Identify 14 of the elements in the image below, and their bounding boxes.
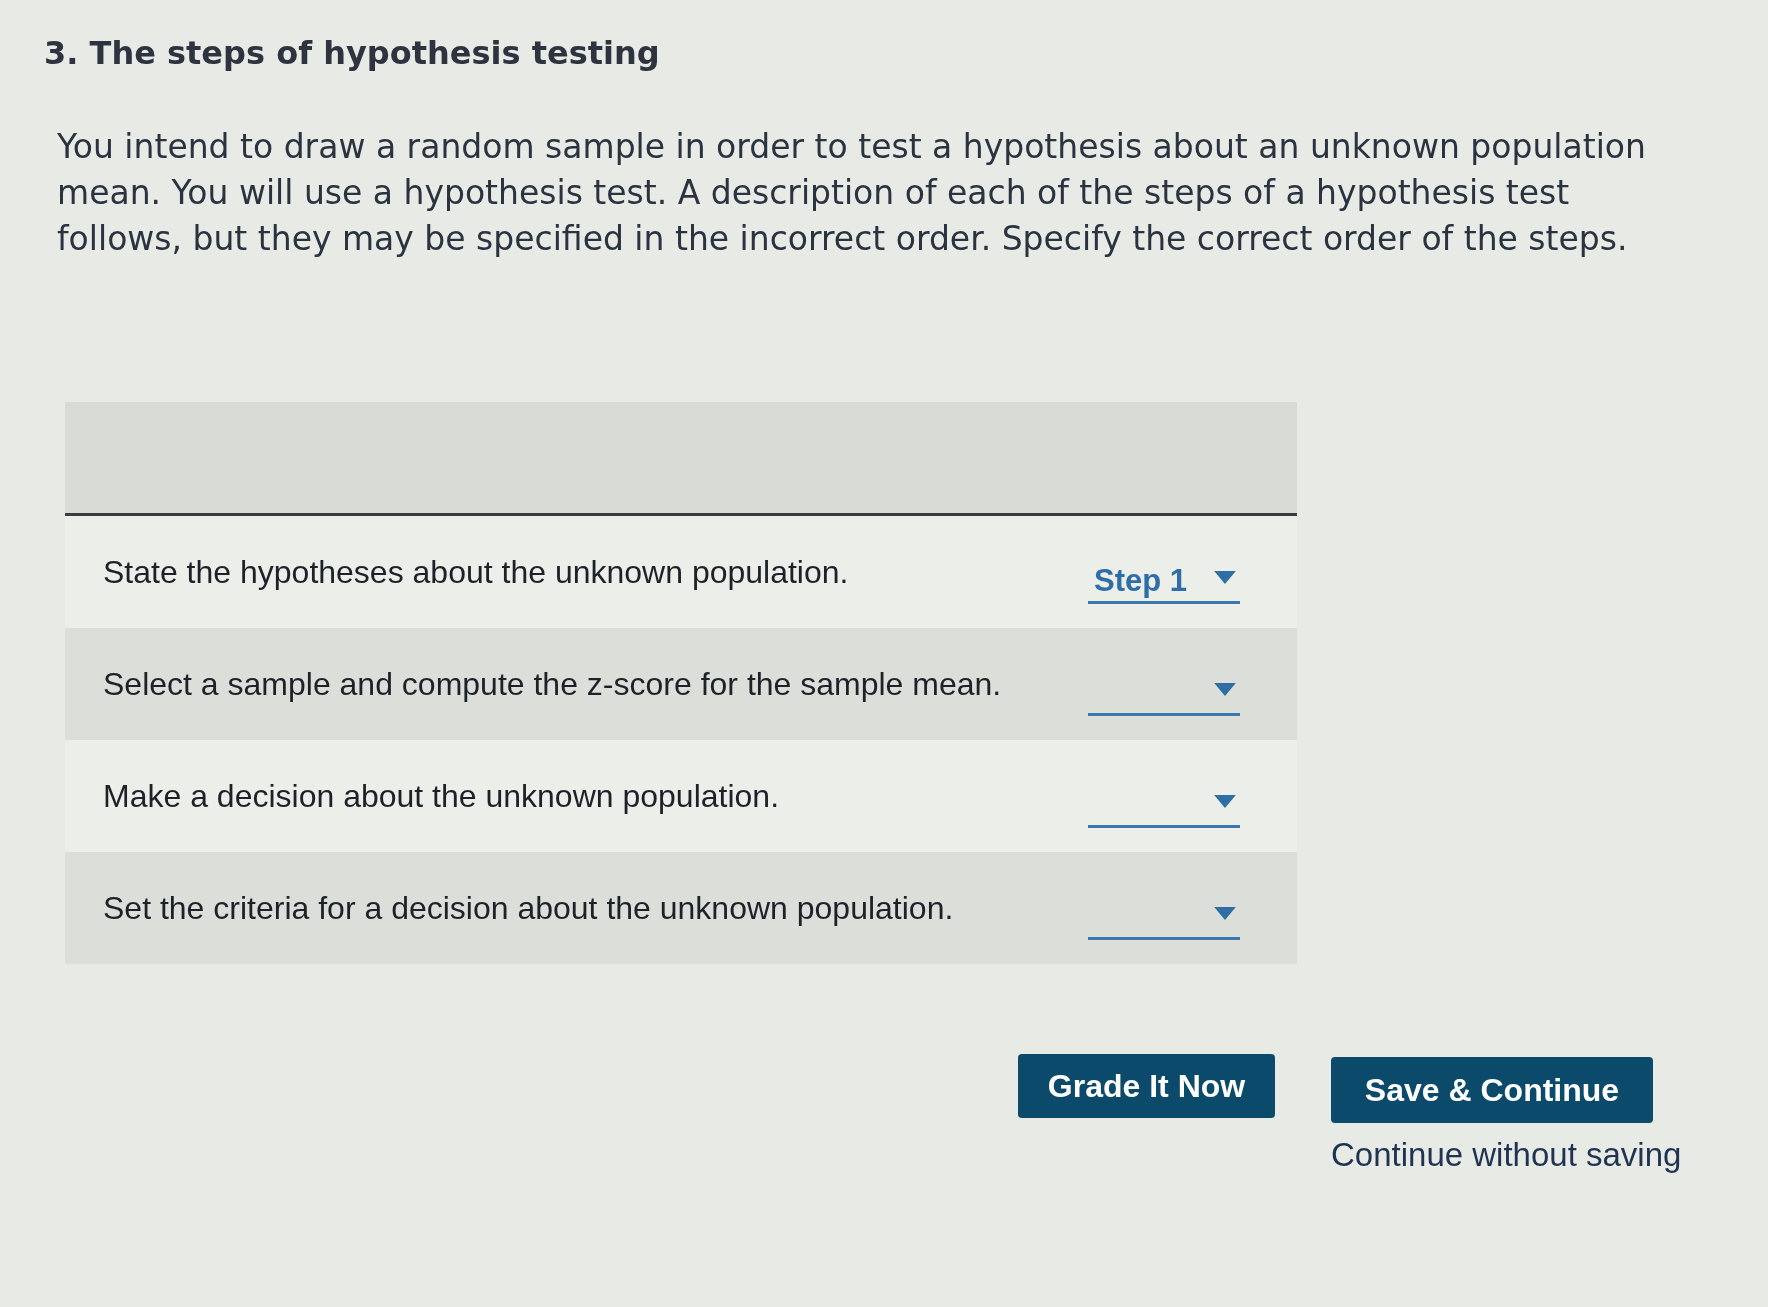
save-and-continue-button[interactable]: Save & Continue [1331,1057,1653,1123]
caret-icon [1214,795,1236,808]
continue-without-saving-link[interactable]: Continue without saving [1331,1135,1682,1175]
step-description: Make a decision about the unknown population. [103,777,780,815]
step-dropdown[interactable]: Step 1 [1088,558,1240,604]
question-title: 3. The steps of hypothesis testing [44,33,660,74]
caret-icon [1214,907,1236,920]
caret-icon [1214,571,1236,584]
step-description: State the hypotheses about the unknown population. [103,553,849,591]
step-description: Select a sample and compute the z-score for the sample mean. [103,665,1002,703]
caret-icon [1214,683,1236,696]
step-description: Set the criteria for a decision about the unknown population. [103,889,954,927]
grade-it-now-button[interactable]: Grade It Now [1018,1054,1275,1118]
question-prompt: You intend to draw a random sample in order to test a hypothesis about an unknown population mean. You will use a hypothesis test. A description of each of the steps of a hypothesis test follows, but they may be specified in the incorrect order. Specify the correct order of the steps. [57,126,1647,260]
